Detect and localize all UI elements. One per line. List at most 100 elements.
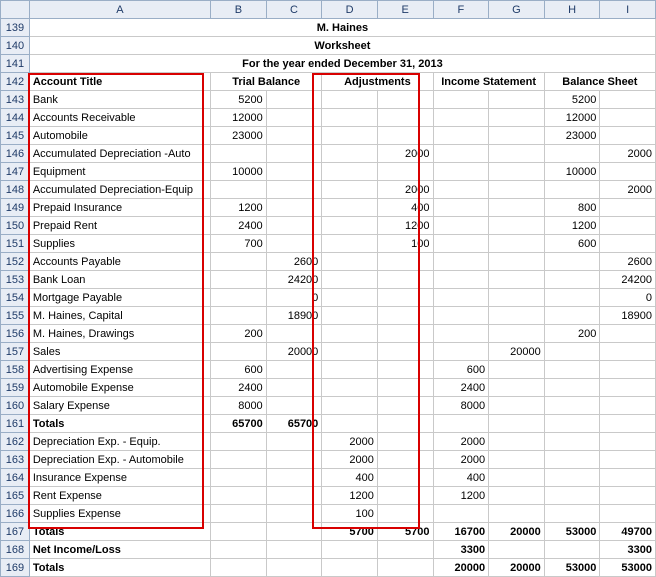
cell[interactable] <box>322 145 378 163</box>
cell[interactable] <box>211 505 267 523</box>
cell[interactable] <box>377 307 433 325</box>
cell[interactable] <box>600 505 656 523</box>
cell[interactable] <box>544 361 600 379</box>
cell[interactable] <box>600 433 656 451</box>
cell[interactable] <box>433 235 489 253</box>
row-header[interactable]: 153 <box>1 271 30 289</box>
cell[interactable]: 23000 <box>211 127 267 145</box>
cell[interactable] <box>489 541 545 559</box>
cell[interactable] <box>266 127 322 145</box>
cell[interactable]: 53000 <box>544 559 600 577</box>
cell[interactable]: 20000 <box>489 559 545 577</box>
cell[interactable] <box>377 325 433 343</box>
cell[interactable] <box>489 109 545 127</box>
cell[interactable] <box>211 433 267 451</box>
cell[interactable] <box>544 451 600 469</box>
cell[interactable] <box>489 379 545 397</box>
row-header[interactable]: 142 <box>1 73 30 91</box>
cell[interactable]: 2000 <box>322 451 378 469</box>
row-header[interactable]: 155 <box>1 307 30 325</box>
cell[interactable]: 8000 <box>433 397 489 415</box>
row-header[interactable]: 152 <box>1 253 30 271</box>
row-header[interactable]: 156 <box>1 325 30 343</box>
cell[interactable]: 600 <box>433 361 489 379</box>
row-header[interactable]: 151 <box>1 235 30 253</box>
cell[interactable] <box>489 199 545 217</box>
cell[interactable] <box>322 343 378 361</box>
cell[interactable] <box>600 127 656 145</box>
cell[interactable] <box>433 289 489 307</box>
col-header-D[interactable]: D <box>322 1 378 19</box>
cell[interactable] <box>377 109 433 127</box>
cell[interactable] <box>322 307 378 325</box>
cell[interactable] <box>322 217 378 235</box>
col-header-C[interactable]: C <box>266 1 322 19</box>
cell[interactable]: 800 <box>544 199 600 217</box>
cell[interactable] <box>433 91 489 109</box>
cell-account[interactable]: Insurance Expense <box>29 469 210 487</box>
cell[interactable]: 200 <box>211 325 267 343</box>
cell[interactable]: 2000 <box>600 181 656 199</box>
cell[interactable] <box>600 163 656 181</box>
cell[interactable] <box>211 343 267 361</box>
col-header-B[interactable]: B <box>211 1 267 19</box>
cell[interactable]: 53000 <box>544 523 600 541</box>
cell[interactable] <box>600 451 656 469</box>
cell[interactable] <box>600 415 656 433</box>
cell[interactable] <box>489 451 545 469</box>
cell[interactable] <box>322 361 378 379</box>
col-header-I[interactable]: I <box>600 1 656 19</box>
cell[interactable] <box>377 397 433 415</box>
cell[interactable] <box>377 271 433 289</box>
cell[interactable] <box>433 127 489 145</box>
row-header[interactable]: 159 <box>1 379 30 397</box>
cell[interactable]: 24200 <box>600 271 656 289</box>
cell[interactable] <box>489 127 545 145</box>
cell[interactable] <box>266 469 322 487</box>
cell[interactable]: 24200 <box>266 271 322 289</box>
cell[interactable] <box>600 397 656 415</box>
cell[interactable] <box>211 145 267 163</box>
cell[interactable]: 2000 <box>433 433 489 451</box>
row-header[interactable]: 169 <box>1 559 30 577</box>
row-header[interactable]: 161 <box>1 415 30 433</box>
row-header[interactable]: 165 <box>1 487 30 505</box>
row-header[interactable]: 157 <box>1 343 30 361</box>
cell[interactable]: 100 <box>322 505 378 523</box>
cell[interactable] <box>489 253 545 271</box>
cell[interactable] <box>266 91 322 109</box>
cell[interactable]: 16700 <box>433 523 489 541</box>
cell[interactable] <box>377 451 433 469</box>
hdr-income-statement[interactable]: Income Statement <box>433 73 544 91</box>
cell[interactable] <box>322 325 378 343</box>
cell[interactable] <box>544 397 600 415</box>
cell[interactable] <box>266 397 322 415</box>
cell[interactable] <box>266 217 322 235</box>
cell[interactable] <box>266 109 322 127</box>
cell-account[interactable]: Depreciation Exp. - Equip. <box>29 433 210 451</box>
cell[interactable] <box>433 109 489 127</box>
cell[interactable]: 2400 <box>211 379 267 397</box>
cell[interactable] <box>600 469 656 487</box>
cell[interactable] <box>433 325 489 343</box>
cell[interactable] <box>211 271 267 289</box>
cell[interactable]: 5700 <box>322 523 378 541</box>
row-header[interactable]: 166 <box>1 505 30 523</box>
cell[interactable] <box>211 523 267 541</box>
cell[interactable]: 1200 <box>322 487 378 505</box>
cell[interactable] <box>489 433 545 451</box>
cell[interactable] <box>322 253 378 271</box>
cell[interactable] <box>377 289 433 307</box>
cell[interactable] <box>600 325 656 343</box>
cell[interactable] <box>266 361 322 379</box>
row-header[interactable]: 154 <box>1 289 30 307</box>
row-header[interactable]: 160 <box>1 397 30 415</box>
cell[interactable]: 2000 <box>377 145 433 163</box>
cell[interactable] <box>544 505 600 523</box>
cell[interactable] <box>489 181 545 199</box>
row-header[interactable]: 164 <box>1 469 30 487</box>
cell[interactable] <box>322 127 378 145</box>
cell-account[interactable]: Accumulated Depreciation-Equip <box>29 181 210 199</box>
cell[interactable] <box>211 469 267 487</box>
row-header[interactable]: 141 <box>1 55 30 73</box>
